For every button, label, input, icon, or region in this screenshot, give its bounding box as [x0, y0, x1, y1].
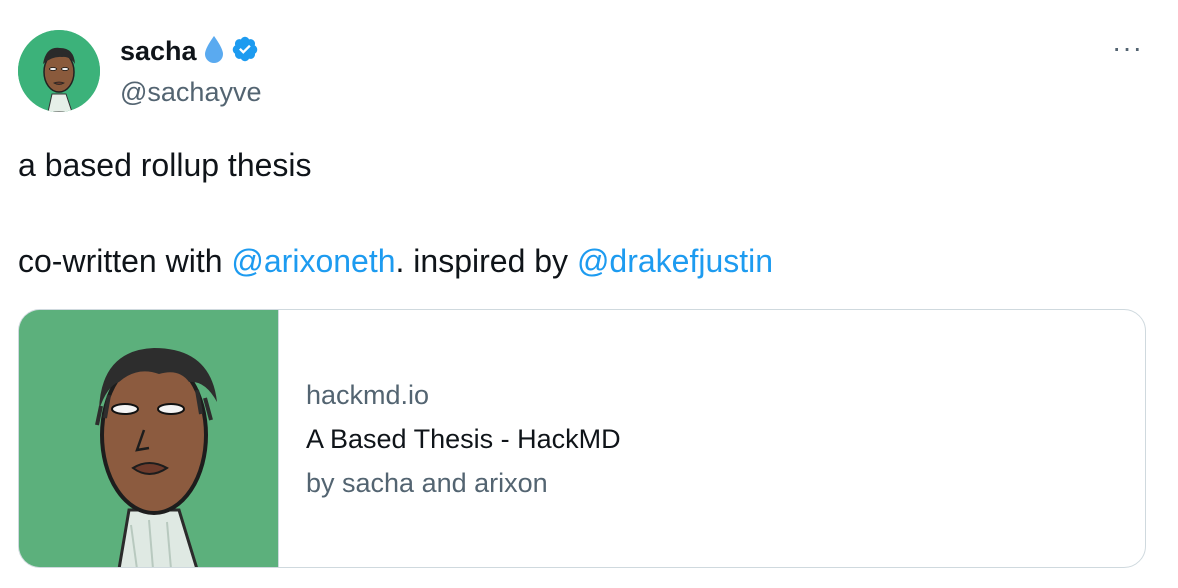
link-card-domain: hackmd.io: [306, 379, 430, 410]
tweet-text-prefix: co-written with: [18, 243, 232, 279]
mention-link-drakefjustin[interactable]: @drakefjustin: [577, 243, 773, 279]
author-name-row: sacha: [120, 34, 259, 69]
link-card-image: [19, 310, 279, 567]
link-card-description: by sacha and arixon: [306, 467, 548, 498]
tweet-text-middle: . inspired by: [395, 243, 577, 279]
tweet-text-line-1: a based rollup thesis: [18, 147, 312, 183]
author-handle[interactable]: @sachayve: [120, 77, 261, 108]
mention-link-arixoneth[interactable]: @arixoneth: [231, 243, 395, 279]
link-preview-card[interactable]: hackmd.io A Based Thesis - HackMD by sac…: [18, 309, 1146, 568]
author-avatar[interactable]: [18, 30, 100, 112]
link-card-title: A Based Thesis - HackMD: [306, 423, 621, 454]
tweet-text-line-2: co-written with @arixoneth. inspired by …: [18, 241, 773, 281]
link-card-text: hackmd.io A Based Thesis - HackMD by sac…: [279, 310, 621, 567]
droplet-icon: [203, 34, 225, 69]
more-options-icon[interactable]: ···: [1112, 34, 1143, 62]
verified-badge-icon[interactable]: [231, 35, 259, 68]
author-display-name[interactable]: sacha: [120, 36, 197, 67]
